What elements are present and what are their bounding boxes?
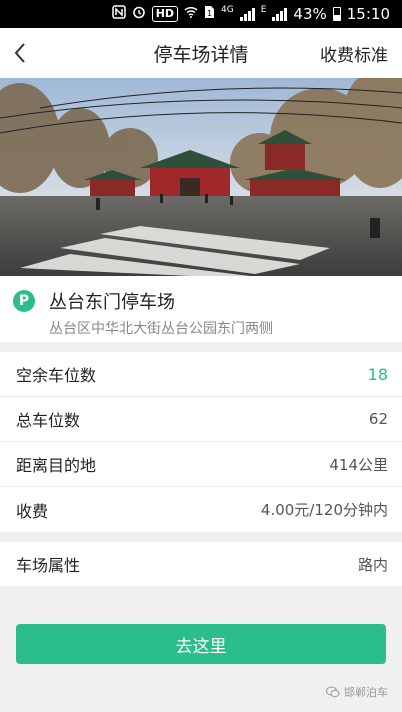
details-list: 空余车位数 18 总车位数 62 距离目的地 414公里 收费 4.00元/12… (0, 352, 402, 532)
attribute-value: 路内 (357, 555, 388, 574)
signal-icon-2 (272, 7, 288, 21)
parking-icon: P (13, 290, 35, 312)
parking-lot-header: P 丛台东门停车场 丛台区中华北大街丛台公园东门两侧 (0, 276, 402, 342)
detail-value: 62 (368, 410, 388, 428)
battery-percent: 43% (293, 5, 327, 23)
detail-row-distance: 距离目的地 414公里 (0, 442, 402, 487)
status-bar: HD 1 4G E 43% 15:10 (0, 0, 402, 28)
wechat-icon (326, 686, 340, 698)
signal-icon (239, 7, 255, 21)
watermark: 邯郸泊车 (326, 684, 388, 700)
go-here-button[interactable]: 去这里 (16, 624, 386, 664)
section-divider (0, 342, 402, 352)
clock: 15:10 (346, 5, 390, 23)
navigation-bar: 停车场详情 收费标准 (0, 28, 402, 78)
detail-label: 总车位数 (16, 411, 81, 430)
watermark-text: 邯郸泊车 (344, 686, 388, 699)
back-button[interactable] (0, 28, 40, 78)
hd-icon: HD (151, 6, 179, 22)
detail-value: 414公里 (329, 455, 388, 474)
network-type: 4G (221, 5, 234, 15)
fee-standard-button[interactable]: 收费标准 (320, 41, 402, 66)
alarm-icon (132, 5, 146, 23)
detail-label: 收费 (16, 501, 49, 521)
detail-row-attribute: 车场属性 路内 (0, 542, 402, 586)
section-divider (0, 532, 402, 542)
svg-text:1: 1 (207, 9, 212, 18)
nfc-icon (111, 5, 126, 23)
detail-label: 距离目的地 (16, 456, 97, 475)
parking-lot-photo (0, 78, 402, 276)
parking-lot-address: 丛台区中华北大街丛台公园东门两侧 (49, 321, 273, 337)
parking-lot-name: 丛台东门停车场 (49, 292, 175, 313)
detail-label: 空余车位数 (16, 366, 97, 385)
detail-value: 4.00元/120分钟内 (260, 501, 388, 519)
detail-row-total-spaces: 总车位数 62 (0, 397, 402, 442)
sim-icon: 1 (204, 5, 215, 23)
attribute-label: 车场属性 (16, 556, 81, 575)
network-sup: E (260, 5, 267, 15)
battery-icon (332, 7, 341, 21)
detail-row-fee: 收费 4.00元/120分钟内 (0, 487, 402, 532)
detail-value: 18 (367, 364, 388, 384)
detail-row-free-spaces: 空余车位数 18 (0, 352, 402, 397)
wifi-icon (184, 5, 198, 23)
chevron-left-icon (14, 43, 25, 63)
bottom-action-area: 去这里 邯郸泊车 (0, 586, 402, 712)
